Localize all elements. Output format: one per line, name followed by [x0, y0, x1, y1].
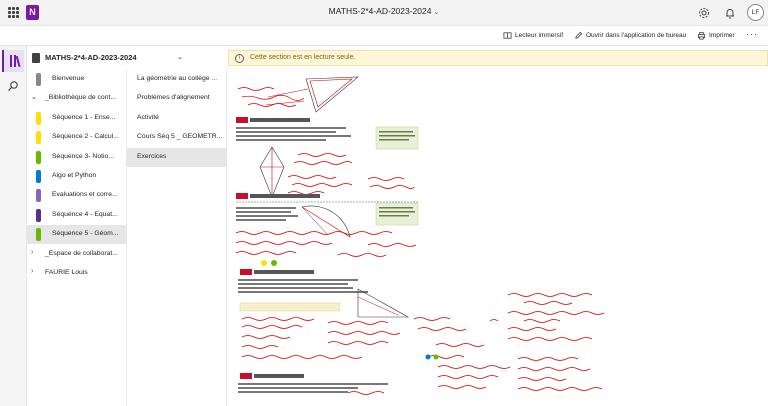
page-label: Exercices — [137, 152, 167, 160]
section-label: _Bibliothèque de cont... — [45, 94, 117, 102]
section-label: Séquence 5 - Géom... — [52, 230, 119, 238]
bell-icon[interactable] — [723, 6, 737, 20]
section-label: FAURIE Louis — [45, 269, 88, 276]
sections-list: Bienvenue ⌄ _Bibliothèque de cont... Séquen… — [27, 70, 127, 406]
handwritten-notes-top — [237, 87, 305, 107]
section-item[interactable]: Evaluations et corre... — [27, 186, 127, 205]
page-label: Cours Séq 5 _ GEOMETR... — [137, 133, 223, 141]
notebook-icon — [32, 53, 40, 63]
section-item[interactable]: Séquence 5 - Géom... — [27, 225, 127, 245]
right-triangle-figure — [357, 288, 410, 318]
page-item[interactable]: Cours Séq 5 _ GEOMETR... — [127, 128, 227, 147]
page-item[interactable]: Activité — [127, 109, 227, 128]
page-label: Activité — [137, 113, 159, 121]
section-label: Evaluations et corre... — [52, 191, 118, 199]
avatar[interactable]: LF — [747, 4, 764, 21]
immersive-reader-label: Lecteur immersif — [515, 32, 564, 39]
section-label: Séquence 4 - Equat... — [52, 210, 118, 218]
section-label: Séquence 1 - Ense... — [52, 113, 116, 121]
print-label: Imprimer — [709, 32, 735, 39]
page-item[interactable]: Problèmes d'alignement — [127, 89, 227, 108]
immersive-reader-icon — [503, 32, 512, 39]
section-label: _Espace de collaborat... — [45, 249, 118, 257]
document-title[interactable]: MATHS-2*4-AD-2023-2024 ⌄ — [0, 6, 768, 16]
section-item[interactable]: Séquence 2 - Calcul... — [27, 128, 127, 147]
read-only-infobar: i Cette section est en lecture seule. — [228, 50, 768, 66]
section-item[interactable]: Séquence 4 - Equat... — [27, 206, 127, 225]
page-label: La géométrie au collège ... — [137, 75, 218, 82]
chevron-right-icon[interactable]: › — [31, 268, 33, 275]
printer-icon — [697, 31, 706, 40]
immersive-reader-button[interactable]: Lecteur immersif — [503, 31, 563, 40]
chevron-down-icon: ⌄ — [177, 54, 183, 61]
search-icon[interactable] — [7, 80, 19, 92]
read-only-message: Cette section est en lecture seule. — [250, 54, 356, 61]
open-desktop-label: Ouvrir dans l'application de bureau — [586, 32, 687, 39]
section-color-tab — [36, 111, 41, 125]
more-options-button[interactable]: ··· — [746, 29, 758, 39]
left-rail — [0, 46, 27, 406]
command-bar: Lecteur immersif Ouvrir dans l'applicati… — [0, 26, 768, 46]
notebooks-icon — [10, 55, 21, 68]
chevron-right-icon[interactable]: › — [31, 249, 33, 256]
pages-list: La géométrie au collège ... Problèmes d'a… — [127, 70, 227, 406]
section-group[interactable]: ⌄ _Bibliothèque de cont... — [27, 89, 127, 108]
section-item[interactable]: Séquence 3- Notio... — [27, 148, 127, 167]
title-bar: N MATHS-2*4-AD-2023-2024 ⌄ LF — [0, 0, 768, 26]
exercise-title-line — [250, 118, 310, 122]
notebook-header[interactable]: MATHS-2*4-AD-2023-2024 ⌄ — [27, 46, 227, 70]
gear-icon[interactable] — [697, 6, 711, 20]
handwritten-notes-middle — [287, 153, 415, 195]
section-color-tab — [36, 189, 41, 203]
open-desktop-button[interactable]: Ouvrir dans l'application de bureau — [574, 31, 686, 40]
section-color-tab — [36, 208, 41, 222]
section-color-tab — [36, 131, 41, 145]
handwritten-notes-right — [427, 293, 605, 391]
section-label: Algo et Python — [52, 172, 97, 179]
info-icon: i — [235, 54, 244, 63]
print-button[interactable]: Imprimer — [697, 31, 735, 40]
hint-box — [375, 126, 419, 150]
exercise-text-lines — [236, 127, 351, 141]
document-title-text: MATHS-2*4-AD-2023-2024 — [328, 6, 432, 16]
section-color-tab — [36, 228, 41, 242]
handwritten-notes-lower — [235, 231, 417, 257]
chevron-down-icon[interactable]: ⌄ — [31, 93, 37, 101]
section-group[interactable]: › _Espace de collaborat... — [27, 245, 127, 264]
section-item[interactable]: Bienvenue — [27, 70, 127, 89]
rhombus-figure — [259, 146, 285, 198]
chevron-down-icon: ⌄ — [433, 9, 440, 16]
exercise-badge — [236, 117, 248, 123]
worksheet-scan — [235, 76, 605, 395]
section-label: Bienvenue — [52, 75, 85, 82]
triangle-figure — [265, 76, 359, 113]
notebook-name: MATHS-2*4-AD-2023-2024 — [45, 53, 137, 62]
section-color-tab — [36, 73, 41, 86]
section-label: Séquence 2 - Calcul... — [52, 133, 119, 141]
section-item[interactable]: Séquence 1 - Ense... — [27, 109, 127, 128]
notebooks-button[interactable] — [2, 50, 24, 72]
section-item[interactable]: Algo et Python — [27, 167, 127, 186]
section-label: Séquence 3- Notio... — [52, 152, 114, 160]
page-canvas[interactable] — [228, 67, 768, 406]
section-group[interactable]: › FAURIE Louis — [27, 264, 127, 283]
page-label: Problèmes d'alignement — [137, 94, 210, 102]
section-color-tab — [36, 170, 41, 183]
marker-dot — [261, 260, 267, 266]
page-item[interactable]: Exercices — [127, 147, 227, 167]
section-color-tab — [36, 150, 41, 164]
page-item[interactable]: La géométrie au collège ... — [127, 70, 227, 89]
pencil-icon — [575, 31, 583, 39]
